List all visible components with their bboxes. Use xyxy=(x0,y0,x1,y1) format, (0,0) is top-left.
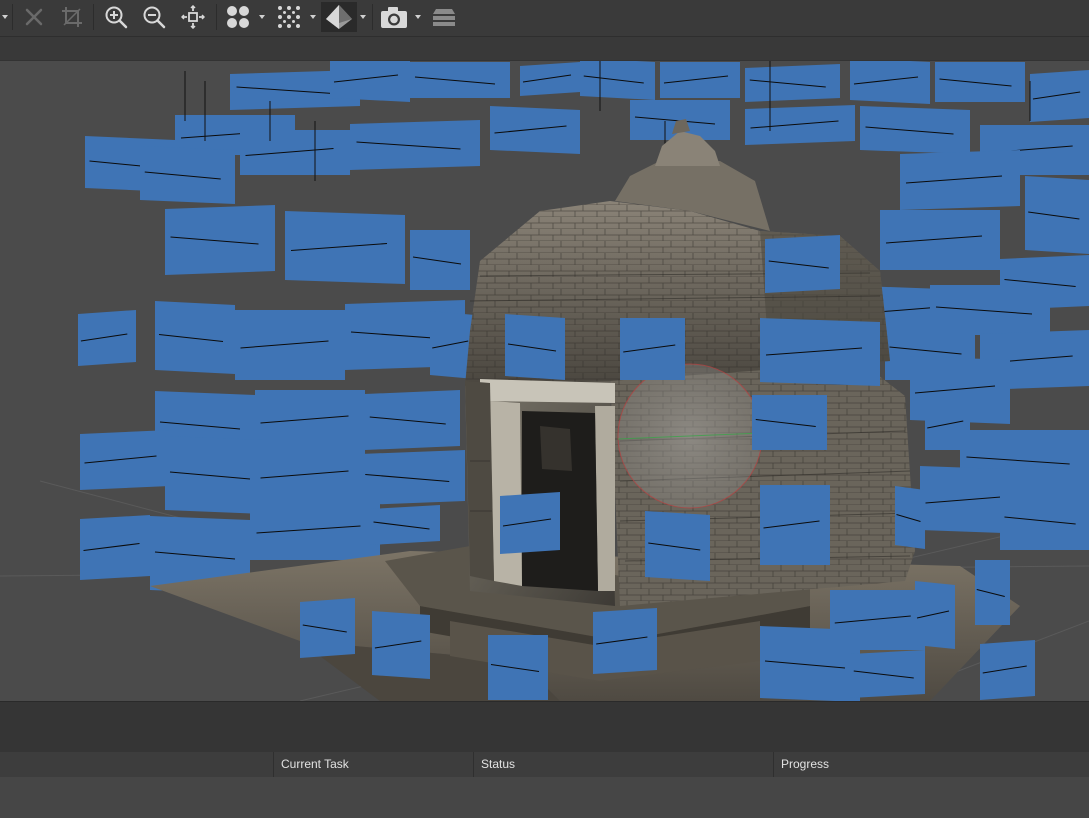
camera-frame[interactable] xyxy=(752,395,827,450)
camera-frame[interactable] xyxy=(410,230,470,290)
point-size-button[interactable] xyxy=(223,2,253,32)
camera-frame[interactable] xyxy=(880,210,1000,270)
camera-frame[interactable] xyxy=(505,314,565,380)
chevron-down-icon xyxy=(360,15,366,19)
secondary-toolbar xyxy=(0,37,1089,61)
camera-frame[interactable] xyxy=(900,150,1020,210)
camera-frame[interactable] xyxy=(830,590,925,650)
camera-frame[interactable] xyxy=(1025,176,1089,254)
camera-frame[interactable] xyxy=(935,62,1025,102)
camera-frame[interactable] xyxy=(745,105,855,145)
camera-frame[interactable] xyxy=(760,318,880,386)
camera-frame[interactable] xyxy=(850,650,925,698)
chevron-down-icon xyxy=(310,15,316,19)
fit-view-button[interactable] xyxy=(178,2,208,32)
camera-frame[interactable] xyxy=(285,211,405,284)
camera-frame[interactable] xyxy=(370,505,440,545)
camera-icon xyxy=(381,7,407,28)
camera-frame[interactable] xyxy=(155,301,235,374)
point-cloud-icon xyxy=(278,6,300,28)
camera-frame[interactable] xyxy=(365,390,460,450)
layers-button[interactable] xyxy=(429,2,459,32)
crop-icon xyxy=(62,7,82,27)
camera-frame[interactable] xyxy=(850,61,930,104)
column-header-status[interactable]: Status xyxy=(473,752,773,777)
camera-frame[interactable] xyxy=(745,64,840,102)
camera-frame[interactable] xyxy=(645,511,710,581)
chevron-down-icon xyxy=(2,15,8,19)
point-size-dropdown[interactable] xyxy=(257,2,267,32)
zoom-in-icon xyxy=(105,6,128,29)
fit-view-icon xyxy=(181,5,205,29)
chevron-down-icon xyxy=(415,15,421,19)
camera-frame[interactable] xyxy=(80,515,150,580)
textured-model-dropdown[interactable] xyxy=(358,2,368,32)
column-header-task[interactable] xyxy=(0,752,273,777)
task-table-header: Current Task Status Progress xyxy=(0,752,1089,777)
camera-frame[interactable] xyxy=(975,560,1010,625)
layers-icon xyxy=(433,9,455,26)
camera-frame[interactable] xyxy=(255,390,365,450)
camera-frame[interactable] xyxy=(500,492,560,554)
camera-frame[interactable] xyxy=(1000,490,1089,550)
camera-frame[interactable] xyxy=(520,62,580,96)
close-icon xyxy=(25,8,43,26)
3d-viewport[interactable] xyxy=(0,61,1089,701)
point-cloud-button[interactable] xyxy=(274,2,304,32)
camera-frame[interactable] xyxy=(593,608,657,674)
column-header-progress[interactable]: Progress xyxy=(773,752,1089,777)
chevron-down-icon xyxy=(259,15,265,19)
textured-model-icon xyxy=(326,5,352,29)
camera-frame[interactable] xyxy=(78,310,136,366)
camera-frame[interactable] xyxy=(80,430,170,490)
task-panel: Current Task Status Progress xyxy=(0,701,1089,818)
toolbar-dropdown-arrow[interactable] xyxy=(0,2,10,32)
point-size-icon xyxy=(227,6,249,28)
camera-frame[interactable] xyxy=(620,318,685,380)
camera-frame[interactable] xyxy=(915,581,955,649)
camera-button[interactable] xyxy=(377,2,411,32)
toolbar xyxy=(0,0,1089,37)
camera-frame[interactable] xyxy=(140,146,235,204)
camera-frame[interactable] xyxy=(925,400,970,450)
crop-button[interactable] xyxy=(57,2,87,32)
camera-frame[interactable] xyxy=(372,611,430,679)
camera-frame[interactable] xyxy=(765,235,840,293)
camera-frame[interactable] xyxy=(895,486,925,549)
column-header-current-task[interactable]: Current Task xyxy=(273,752,473,777)
camera-frame[interactable] xyxy=(580,61,655,100)
camera-frame[interactable] xyxy=(300,598,355,658)
camera-frame[interactable] xyxy=(240,130,350,175)
scene-canvas[interactable] xyxy=(0,61,1089,701)
textured-model-button[interactable] xyxy=(321,2,357,32)
zoom-in-button[interactable] xyxy=(101,2,131,32)
camera-frame[interactable] xyxy=(488,635,548,700)
zoom-out-button[interactable] xyxy=(139,2,169,32)
camera-frame[interactable] xyxy=(350,120,480,170)
camera-frame[interactable] xyxy=(660,62,740,98)
camera-dropdown[interactable] xyxy=(413,2,423,32)
camera-frame[interactable] xyxy=(860,106,970,154)
close-button[interactable] xyxy=(19,2,49,32)
camera-frame[interactable] xyxy=(760,485,830,565)
camera-frame[interactable] xyxy=(410,62,510,98)
point-cloud-dropdown[interactable] xyxy=(308,2,318,32)
zoom-out-icon xyxy=(143,6,166,29)
camera-frame[interactable] xyxy=(360,450,465,505)
camera-frame[interactable] xyxy=(1030,70,1089,122)
camera-frame[interactable] xyxy=(250,500,380,560)
camera-frame[interactable] xyxy=(255,445,365,505)
camera-frame[interactable] xyxy=(165,205,275,275)
camera-frame[interactable] xyxy=(980,640,1035,700)
task-table-body xyxy=(0,777,1089,818)
camera-frame[interactable] xyxy=(490,106,580,154)
camera-frame[interactable] xyxy=(235,310,345,380)
